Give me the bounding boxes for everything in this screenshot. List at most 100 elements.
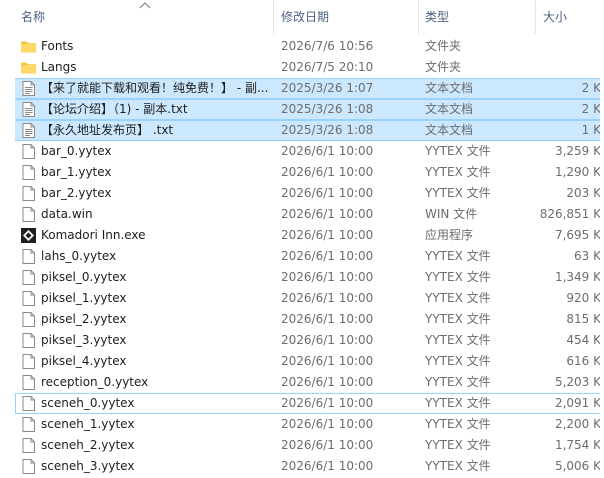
file-row[interactable]: 【永久地址发布页】 .txt 2025/3/26 1:08 文本文档 1 K [0, 120, 604, 141]
file-icon [20, 395, 37, 412]
file-name: lahs_0.yytex [41, 249, 117, 263]
text-file-icon [20, 101, 37, 118]
file-modified-date: 2026/6/1 10:00 [281, 228, 374, 242]
file-size: 2,200 K [554, 417, 601, 431]
file-type: YYTEX 文件 [425, 144, 491, 158]
vertical-scrollbar[interactable] [600, 34, 604, 473]
file-name: Langs [41, 60, 77, 74]
file-modified-date: 2026/6/1 10:00 [281, 354, 374, 368]
column-name-header[interactable]: 名称 [21, 0, 45, 34]
file-row[interactable]: sceneh_2.yytex 2026/6/1 10:00 YYTEX 文件 1,75… [0, 435, 604, 456]
file-size: 5,203 K [554, 375, 601, 389]
file-icon [20, 353, 37, 370]
file-icon [20, 248, 37, 265]
file-size: 5,006 K [554, 459, 601, 473]
folder-icon [20, 38, 37, 55]
file-type: YYTEX 文件 [425, 375, 491, 389]
file-row[interactable]: piksel_4.yytex 2026/6/1 10:00 YYTEX 文件 616 … [0, 351, 604, 372]
file-icon [20, 164, 37, 181]
file-modified-date: 2026/6/1 10:00 [281, 165, 374, 179]
file-type: YYTEX 文件 [425, 312, 491, 326]
file-row[interactable]: piksel_0.yytex 2026/6/1 10:00 YYTEX 文件 1,34… [0, 267, 604, 288]
file-modified-date: 2026/6/1 10:00 [281, 396, 374, 410]
column-divider[interactable] [418, 0, 419, 34]
folder-row[interactable]: Langs 2026/7/5 20:10 文件夹 [0, 57, 604, 78]
file-row[interactable]: 【论坛介绍】（1) - 副本.txt 2025/3/26 1:08 文本文档 2 K [0, 99, 604, 120]
file-type: 文本文档 [425, 81, 474, 95]
file-type: YYTEX 文件 [425, 249, 491, 263]
file-size: 826,851 K [539, 207, 601, 221]
file-size: 1 K [581, 123, 601, 137]
file-row[interactable]: bar_2.yytex 2026/6/1 10:00 YYTEX 文件 203 K [0, 183, 604, 204]
column-size-header[interactable]: 大小 [543, 0, 567, 34]
file-row[interactable]: piksel_3.yytex 2026/6/1 10:00 YYTEX 文件 454 … [0, 330, 604, 351]
app-icon [20, 227, 37, 244]
file-size: 203 K [566, 186, 601, 200]
file-type: YYTEX 文件 [425, 438, 491, 452]
file-type: YYTEX 文件 [425, 459, 491, 473]
file-modified-date: 2026/6/1 10:00 [281, 417, 374, 431]
file-size: 2 K [581, 102, 601, 116]
file-row[interactable]: bar_0.yytex 2026/6/1 10:00 YYTEX 文件 3,259 K [0, 141, 604, 162]
folder-icon [20, 59, 37, 76]
file-modified-date: 2026/6/1 10:00 [281, 186, 374, 200]
file-type: 应用程序 [425, 228, 474, 242]
file-modified-date: 2026/6/1 10:00 [281, 438, 374, 452]
folder-row[interactable]: Fonts 2026/7/6 10:56 文件夹 [0, 36, 604, 57]
file-icon [20, 269, 37, 286]
file-modified-date: 2026/6/1 10:00 [281, 270, 374, 284]
file-row[interactable]: sceneh_0.yytex 2026/6/1 10:00 YYTEX 文件 2,09… [0, 393, 604, 414]
file-icon [20, 185, 37, 202]
file-icon [20, 290, 37, 307]
file-row[interactable]: data.win 2026/6/1 10:00 WIN 文件 826,851 K [0, 204, 604, 225]
file-icon [20, 416, 37, 433]
file-row[interactable]: bar_1.yytex 2026/6/1 10:00 YYTEX 文件 1,290 K [0, 162, 604, 183]
file-size: 454 K [566, 333, 601, 347]
file-row[interactable]: sceneh_3.yytex 2026/6/1 10:00 YYTEX 文件 5,00… [0, 456, 604, 477]
column-date-header[interactable]: 修改日期 [281, 0, 329, 34]
file-row[interactable]: reception_0.yytex 2026/6/1 10:00 YYTEX 文件 5… [0, 372, 604, 393]
file-icon [20, 458, 37, 475]
file-size: 1,754 K [554, 438, 601, 452]
file-size: 1,349 K [554, 270, 601, 284]
file-name: bar_1.yytex [41, 165, 112, 179]
file-name: Fonts [41, 39, 74, 53]
file-name: reception_0.yytex [41, 375, 149, 389]
file-icon [20, 143, 37, 160]
file-size: 616 K [566, 354, 601, 368]
file-row[interactable]: lahs_0.yytex 2026/6/1 10:00 YYTEX 文件 63 K [0, 246, 604, 267]
file-row[interactable]: 【来了就能下载和观看！纯免费！】 - 副... 2025/3/26 1:07 文本文… [0, 78, 604, 99]
file-type: YYTEX 文件 [425, 354, 491, 368]
file-name: piksel_0.yytex [41, 270, 127, 284]
file-size [520, 36, 601, 57]
sort-ascending-icon[interactable] [139, 1, 151, 9]
file-row[interactable]: sceneh_1.yytex 2026/6/1 10:00 YYTEX 文件 2,20… [0, 414, 604, 435]
file-row[interactable]: piksel_1.yytex 2026/6/1 10:00 YYTEX 文件 920 … [0, 288, 604, 309]
file-name: piksel_2.yytex [41, 312, 127, 326]
file-size: 815 K [566, 312, 601, 326]
file-size: 2 K [581, 81, 601, 95]
file-name: 【来了就能下载和观看！纯免费！】 - 副... [41, 81, 269, 95]
file-modified-date: 2026/6/1 10:00 [281, 291, 374, 305]
file-type: 文件夹 [425, 39, 462, 53]
file-row[interactable]: piksel_2.yytex 2026/6/1 10:00 YYTEX 文件 815 … [0, 309, 604, 330]
file-size: 920 K [566, 291, 601, 305]
column-divider[interactable] [535, 0, 536, 34]
file-modified-date: 2026/6/1 10:00 [281, 207, 374, 221]
file-type: 文件夹 [425, 60, 462, 74]
file-modified-date: 2026/6/1 10:00 [281, 459, 374, 473]
file-type: YYTEX 文件 [425, 417, 491, 431]
file-name: sceneh_3.yytex [41, 459, 135, 473]
file-name: piksel_3.yytex [41, 333, 127, 347]
file-modified-date: 2026/7/6 10:56 [281, 39, 374, 53]
file-name: sceneh_0.yytex [41, 396, 135, 410]
file-name: bar_2.yytex [41, 186, 112, 200]
column-divider[interactable] [273, 0, 274, 34]
file-icon [20, 206, 37, 223]
file-row[interactable]: Komadori Inn.exe 2026/6/1 10:00 应用程序 7,695 … [0, 225, 604, 246]
file-type: YYTEX 文件 [425, 165, 491, 179]
column-type-header[interactable]: 类型 [425, 0, 449, 34]
file-size: 63 K [574, 249, 601, 263]
file-modified-date: 2026/6/1 10:00 [281, 333, 374, 347]
file-modified-date: 2026/6/1 10:00 [281, 375, 374, 389]
